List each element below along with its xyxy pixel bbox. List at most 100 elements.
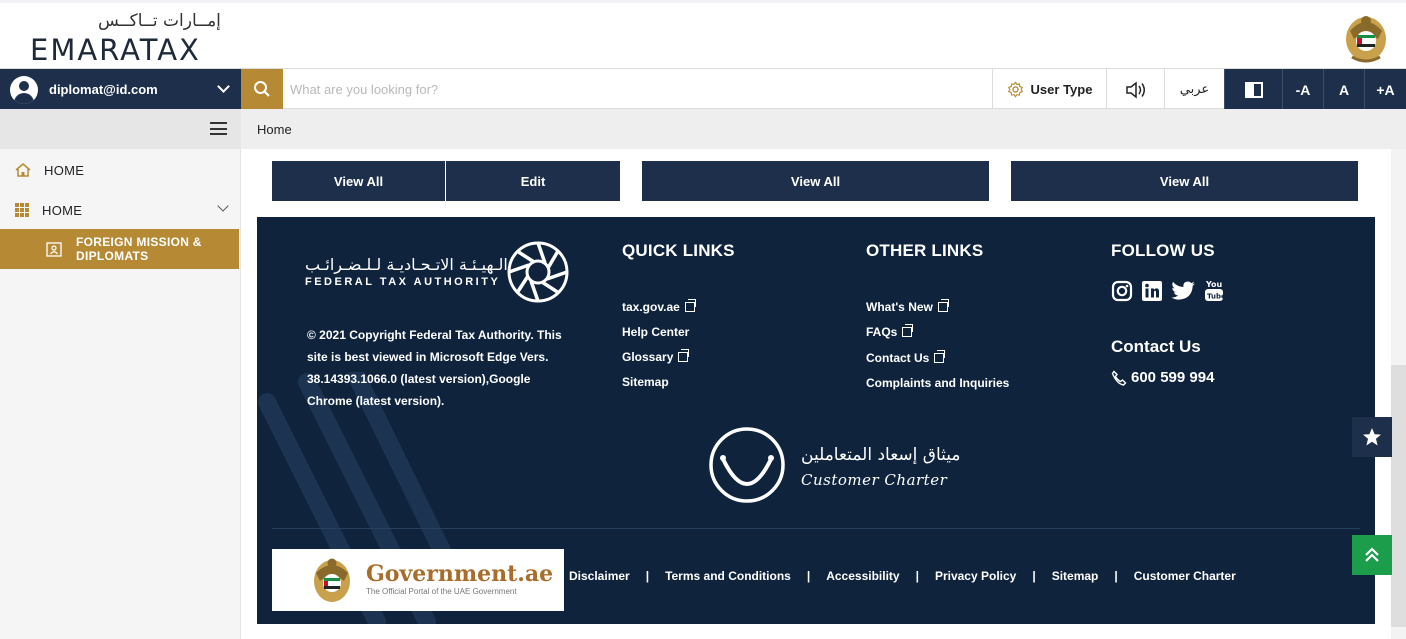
- legal-link-disclaimer[interactable]: Disclaimer: [569, 569, 630, 583]
- external-link-icon: [678, 349, 690, 362]
- double-chevron-up-icon: [1365, 547, 1379, 562]
- favorites-button[interactable]: [1352, 417, 1392, 457]
- external-link-icon: [937, 299, 949, 312]
- external-link-icon: [902, 324, 914, 337]
- text-to-speech-button[interactable]: [1106, 69, 1164, 110]
- hamburger-icon[interactable]: [210, 122, 227, 135]
- user-type-label: User Type: [1030, 82, 1093, 97]
- phone-icon: [1111, 369, 1127, 386]
- language-toggle[interactable]: عربي: [1164, 69, 1224, 110]
- sidebar-item-label: HOME: [44, 162, 85, 178]
- id-card-icon: [46, 242, 62, 257]
- contrast-toggle[interactable]: [1224, 69, 1282, 110]
- link-label: tax.gov.ae: [622, 300, 680, 314]
- view-all-button[interactable]: View All: [1011, 161, 1358, 201]
- fta-logo-icon[interactable]: [505, 239, 571, 305]
- contrast-icon: [1244, 81, 1263, 98]
- nav-bar: diplomat@id.com User Type عربي: [0, 68, 1406, 110]
- sidebar: HOME HOME FOREIGN MISSION & DIPLOMATS: [0, 109, 241, 639]
- separator: |: [1114, 569, 1118, 583]
- view-all-button[interactable]: View All: [642, 161, 989, 201]
- footer-link-help-center[interactable]: Help Center: [622, 325, 689, 339]
- link-label: Glossary: [622, 350, 674, 364]
- scrollbar-thumb[interactable]: [1391, 365, 1406, 627]
- search-button[interactable]: [241, 69, 283, 110]
- external-link-icon: [684, 299, 696, 312]
- link-label: FAQs: [866, 325, 898, 339]
- footer-divider: [272, 528, 1360, 529]
- government-portal-banner[interactable]: Government.ae The Official Portal of the…: [272, 549, 564, 611]
- footer-link-complaints[interactable]: Complaints and Inquiries: [866, 376, 1009, 390]
- breadcrumb-home[interactable]: Home: [257, 122, 292, 137]
- footer-link-faqs[interactable]: FAQs: [866, 324, 914, 339]
- scroll-to-top-button[interactable]: [1352, 535, 1392, 575]
- sidebar-item-home[interactable]: HOME: [0, 150, 241, 190]
- link-label: Complaints and Inquiries: [866, 376, 1010, 390]
- chevron-down-icon[interactable]: [217, 80, 230, 93]
- phone-label: 600 599 994: [1131, 369, 1215, 386]
- twitter-icon[interactable]: [1171, 281, 1196, 302]
- phone-number[interactable]: 600 599 994: [1111, 369, 1214, 386]
- top-header: إمــارات تــاكــس EMARATAX: [0, 0, 1406, 68]
- fta-english-name: FEDERAL TAX AUTHORITY: [305, 276, 501, 288]
- sidebar-toggle-bar: [0, 109, 241, 149]
- footer-link-glossary[interactable]: Glossary: [622, 349, 690, 364]
- link-label: Contact Us: [866, 351, 930, 365]
- link-label: Help Center: [622, 325, 690, 339]
- smiley-logo-icon: [709, 427, 785, 503]
- grid-icon: [15, 203, 29, 217]
- uae-emblem-icon: [314, 558, 350, 602]
- font-decrease-button[interactable]: -A: [1282, 69, 1323, 110]
- chevron-down-icon[interactable]: [217, 200, 229, 212]
- linkedin-icon[interactable]: [1141, 280, 1163, 302]
- font-increase-button[interactable]: +A: [1364, 69, 1406, 110]
- other-links-heading: OTHER LINKS: [866, 241, 984, 260]
- legal-link-terms[interactable]: Terms and Conditions: [665, 569, 791, 583]
- search-input[interactable]: [290, 75, 980, 103]
- sidebar-item-label: FOREIGN MISSION & DIPLOMATS: [76, 235, 202, 263]
- contact-us-heading: Contact Us: [1111, 337, 1201, 356]
- footer-link-tax-gov[interactable]: tax.gov.ae: [622, 299, 696, 314]
- font-reset-button[interactable]: A: [1323, 69, 1364, 110]
- legal-link-sitemap[interactable]: Sitemap: [1052, 569, 1099, 583]
- sidebar-item-foreign-mission[interactable]: FOREIGN MISSION & DIPLOMATS: [0, 229, 239, 269]
- logo-english[interactable]: EMARATAX: [30, 33, 201, 67]
- home-icon: [15, 163, 31, 177]
- search-icon: [254, 81, 270, 97]
- user-type-button[interactable]: User Type: [992, 69, 1106, 110]
- legal-link-privacy[interactable]: Privacy Policy: [935, 569, 1016, 583]
- follow-us-heading: FOLLOW US: [1111, 241, 1215, 260]
- copyright-text: © 2021 Copyright Federal Tax Authority. …: [307, 328, 562, 408]
- svg-text:Tube: Tube: [1207, 293, 1224, 301]
- footer-link-sitemap[interactable]: Sitemap: [622, 375, 669, 389]
- logo-arabic: إمــارات تــاكــس: [98, 11, 221, 31]
- separator: |: [915, 569, 919, 583]
- star-icon: [1363, 428, 1381, 446]
- link-label: What's New: [866, 300, 933, 314]
- sidebar-item-home-menu[interactable]: HOME: [0, 190, 241, 230]
- gear-icon: [1007, 81, 1023, 98]
- government-portal-title: Government.ae: [366, 561, 554, 587]
- customer-charter-arabic: ميثاق إسعاد المتعاملين: [801, 445, 961, 465]
- user-menu[interactable]: diplomat@id.com: [0, 69, 241, 110]
- sidebar-item-label: HOME: [42, 202, 83, 218]
- view-all-button[interactable]: View All: [272, 161, 445, 201]
- edit-button[interactable]: Edit: [446, 161, 620, 201]
- customer-charter-english[interactable]: Customer Charter: [801, 471, 947, 489]
- instagram-icon[interactable]: [1111, 280, 1133, 302]
- fta-arabic-name: الـهيـئـة الاتـحـاديـة لـلـضـرائـب: [305, 255, 508, 274]
- legal-link-customer-charter[interactable]: Customer Charter: [1134, 569, 1236, 583]
- breadcrumb: Home: [241, 109, 1406, 149]
- social-links: You Tube: [1111, 279, 1224, 303]
- user-avatar-icon: [10, 75, 38, 104]
- footer-link-contact-us[interactable]: Contact Us: [866, 350, 946, 365]
- youtube-icon[interactable]: You Tube: [1204, 279, 1224, 303]
- svg-text:You: You: [1205, 280, 1223, 289]
- external-link-icon: [934, 350, 946, 363]
- footer-link-whats-new[interactable]: What's New: [866, 299, 949, 314]
- legal-link-accessibility[interactable]: Accessibility: [826, 569, 899, 583]
- user-email: diplomat@id.com: [49, 82, 158, 97]
- uae-emblem-icon: [1346, 16, 1386, 63]
- legal-links: Disclaimer | Terms and Conditions | Acce…: [569, 569, 1236, 583]
- speaker-icon: [1125, 80, 1145, 99]
